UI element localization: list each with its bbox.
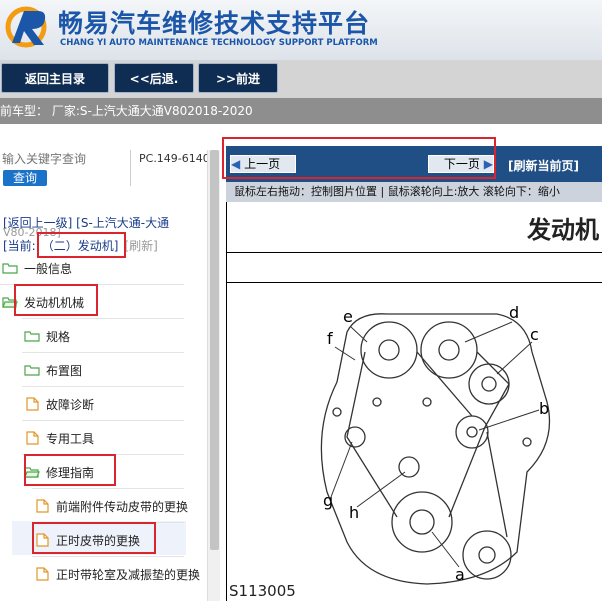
highlight-box: [37, 232, 126, 258]
document-viewer[interactable]: 发动机 e d c f b g h a S113005: [226, 202, 602, 601]
tree-separator: [22, 420, 184, 421]
document-icon: [36, 499, 49, 513]
folder-icon: [24, 365, 40, 376]
tree-item[interactable]: 前端附件传动皮带的更换: [34, 496, 188, 516]
app-header: 畅易汽车维修技术支持平台 CHANG YI AUTO MAINTENANCE T…: [0, 0, 602, 60]
tree-item[interactable]: 布置图: [24, 360, 82, 380]
brand-subtitle: CHANG YI AUTO MAINTENANCE TECHNOLOGY SUP…: [60, 38, 378, 48]
current-label: [当前:: [3, 239, 36, 253]
forward-button[interactable]: >>前进: [198, 63, 278, 93]
engine-diagram: e d c f b g h a: [320, 303, 551, 585]
tree-item[interactable]: 一般信息: [2, 258, 72, 278]
tree-item[interactable]: 专用工具: [24, 428, 94, 448]
divider: [227, 282, 602, 283]
document-icon: [36, 567, 49, 581]
figure-label-a: a: [455, 565, 465, 584]
scroll-thumb[interactable]: [210, 150, 219, 550]
figure-label-e: e: [343, 307, 353, 326]
search-button[interactable]: 查询: [3, 170, 47, 186]
document-title: 发动机: [527, 216, 599, 244]
refresh-link[interactable]: [刷新]: [124, 239, 157, 253]
tree-item-label: 正时带轮室及减振垫的更换: [56, 567, 201, 582]
tree-item-label: 专用工具: [46, 431, 95, 446]
figure-label-f: f: [327, 329, 333, 348]
search-input[interactable]: [2, 152, 122, 166]
tree-item[interactable]: 故障诊断: [24, 394, 94, 414]
figure-label-d: d: [509, 303, 519, 322]
figure-label-h: h: [349, 503, 359, 522]
hint-bar: 鼠标左右拖动：控制图片位置 | 鼠标滚轮向上:放大 滚轮向下：缩小: [226, 182, 602, 202]
folder-icon: [24, 331, 40, 342]
figure-label-g: g: [323, 491, 333, 510]
tree-separator: [32, 556, 184, 557]
highlight-box: [32, 522, 156, 554]
folder-icon: [2, 263, 18, 274]
nav-bar: 返回主目录 <<后退. >>前进: [0, 60, 602, 98]
pc-code: PC.149-6140: [139, 152, 210, 165]
divider: [130, 150, 131, 186]
back-button[interactable]: <<后退.: [114, 63, 194, 93]
left-scrollbar[interactable]: [207, 150, 220, 601]
figure-code: S113005: [229, 582, 296, 600]
tree-separator: [22, 318, 184, 319]
tree-item-label: 规格: [46, 329, 71, 344]
divider: [227, 252, 602, 253]
vehicle-info: 前车型： 厂家:S-上汽大通大通V802018-2020: [0, 98, 602, 124]
tree-item-label: 故障诊断: [46, 397, 95, 412]
figure-label-b: b: [539, 399, 549, 418]
home-button[interactable]: 返回主目录: [1, 63, 109, 93]
tree-item[interactable]: 正时带轮室及减振垫的更换: [34, 564, 200, 584]
brand-title: 畅易汽车维修技术支持平台: [58, 9, 371, 38]
tree-separator: [32, 488, 184, 489]
tree-item[interactable]: 规格: [24, 326, 70, 346]
toolbar-highlight-box: [222, 137, 496, 179]
tree-separator: [22, 386, 184, 387]
figure-label-c: c: [530, 325, 539, 344]
tree-item-label: 前端附件传动皮带的更换: [56, 499, 189, 514]
document-icon: [26, 431, 39, 445]
refresh-page-button[interactable]: [刷新当前页]: [508, 157, 579, 174]
tree-separator: [22, 352, 184, 353]
tree-item-label: 布置图: [46, 363, 83, 378]
logo-icon: [5, 6, 47, 48]
highlight-box: [14, 284, 98, 316]
tree-item-label: 一般信息: [24, 261, 73, 276]
highlight-box: [24, 454, 116, 486]
left-panel: 查询 PC.149-6140 [返回上一级] [S-上汽大通-大通 V80-20…: [0, 124, 220, 601]
document-icon: [26, 397, 39, 411]
